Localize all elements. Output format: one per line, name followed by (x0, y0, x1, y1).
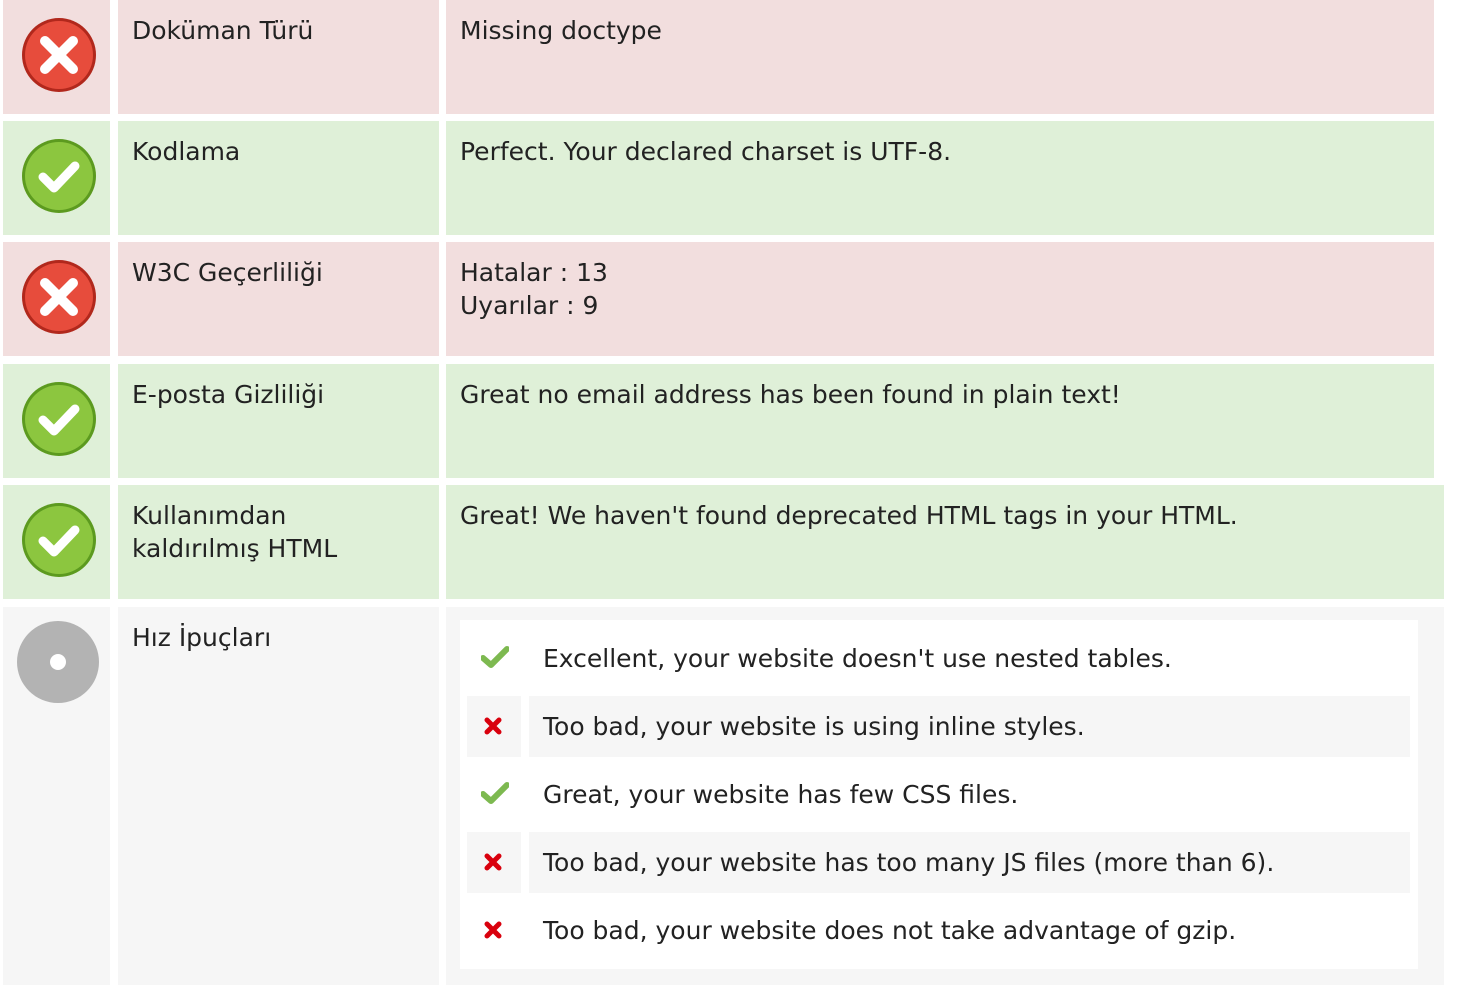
row-value: Great no email address has been found in… (446, 364, 1434, 478)
w3c-warnings: Uyarılar : 9 (460, 291, 599, 320)
row-status-cell (3, 607, 110, 985)
speed-tip-item: Too bad, your website has too many JS fi… (467, 832, 1410, 893)
cross-icon (484, 717, 502, 735)
row-label: Kullanımdan kaldırılmış HTML (118, 485, 439, 599)
row-status-cell (3, 485, 110, 599)
row-label: E-posta Gizliliği (118, 364, 439, 478)
row-value: Great! We haven't found deprecated HTML … (446, 485, 1444, 599)
row-label: Doküman Türü (118, 0, 439, 114)
row-label: Kodlama (118, 121, 439, 235)
row-status-cell (3, 121, 110, 235)
tip-status (467, 696, 521, 757)
speed-tip-item: Excellent, your website doesn't use nest… (467, 628, 1410, 689)
checkmark-icon (481, 646, 509, 668)
speed-tip-item: Too bad, your website is using inline st… (467, 696, 1410, 757)
row-value: Perfect. Your declared charset is UTF-8. (446, 121, 1434, 235)
row-status-cell (3, 364, 110, 478)
row-value-line: Missing doctype (460, 16, 662, 45)
tip-status (467, 832, 521, 893)
tip-status (467, 628, 521, 689)
tip-status (467, 900, 521, 961)
row-status-cell (3, 0, 110, 114)
tip-text: Too bad, your website does not take adva… (543, 916, 1237, 945)
cross-icon (484, 921, 502, 939)
row-value-line: Great no email address has been found in… (460, 380, 1121, 409)
check-circle-icon (22, 503, 96, 577)
row-value: Hatalar : 13 Uyarılar : 9 (446, 242, 1434, 356)
tip-text: Excellent, your website doesn't use nest… (543, 644, 1172, 673)
checkmark-icon (481, 782, 509, 804)
speed-tips-list: Excellent, your website doesn't use nest… (460, 620, 1418, 969)
check-circle-icon (22, 139, 96, 213)
info-circle-icon (17, 621, 99, 703)
row-status-cell (3, 242, 110, 356)
error-circle-icon (22, 18, 96, 92)
speed-tip-item: Great, your website has few CSS files. (467, 764, 1410, 825)
row-value-line: Great! We haven't found deprecated HTML … (460, 501, 1238, 530)
row-label: Hız İpuçları (118, 607, 439, 985)
error-circle-icon (22, 260, 96, 334)
tip-status (467, 764, 521, 825)
row-label: W3C Geçerliliği (118, 242, 439, 356)
speed-tip-item: Too bad, your website does not take adva… (467, 900, 1410, 961)
row-value-line: Perfect. Your declared charset is UTF-8. (460, 137, 952, 166)
tip-text: Great, your website has few CSS files. (543, 780, 1019, 809)
tip-text: Too bad, your website has too many JS fi… (529, 832, 1410, 893)
check-circle-icon (22, 382, 96, 456)
cross-icon (484, 853, 502, 871)
row-value: Missing doctype (446, 0, 1434, 114)
tip-text: Too bad, your website is using inline st… (529, 696, 1410, 757)
w3c-errors: Hatalar : 13 (460, 258, 608, 287)
